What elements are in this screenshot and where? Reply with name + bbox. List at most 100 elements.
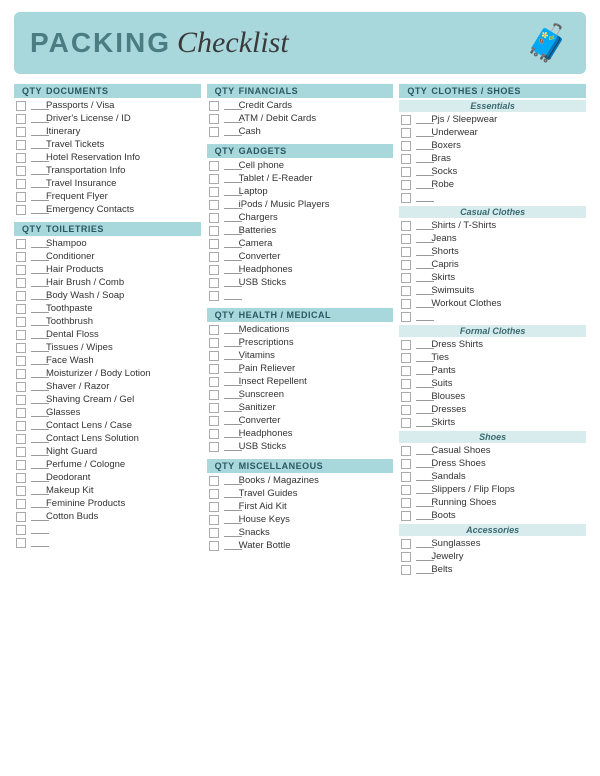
checkbox[interactable] <box>16 538 26 548</box>
checkbox[interactable] <box>16 291 26 301</box>
checkbox[interactable] <box>16 140 26 150</box>
checkbox[interactable] <box>209 429 219 439</box>
checkbox[interactable] <box>16 153 26 163</box>
checkbox[interactable] <box>401 247 411 257</box>
checkbox[interactable] <box>16 447 26 457</box>
checkbox[interactable] <box>16 166 26 176</box>
checkbox[interactable] <box>209 416 219 426</box>
checkbox[interactable] <box>209 476 219 486</box>
checkbox[interactable] <box>16 343 26 353</box>
checkbox[interactable] <box>16 265 26 275</box>
checkbox[interactable] <box>209 278 219 288</box>
list-item: USB Sticks <box>207 440 394 453</box>
checkbox[interactable] <box>209 515 219 525</box>
checkbox[interactable] <box>401 312 411 322</box>
checkbox[interactable] <box>209 127 219 137</box>
checkbox[interactable] <box>16 525 26 535</box>
checkbox[interactable] <box>16 460 26 470</box>
checkbox[interactable] <box>16 382 26 392</box>
checkbox[interactable] <box>209 489 219 499</box>
checkbox[interactable] <box>401 539 411 549</box>
checkbox[interactable] <box>401 128 411 138</box>
checkbox[interactable] <box>401 273 411 283</box>
checkbox[interactable] <box>16 252 26 262</box>
checkbox[interactable] <box>16 317 26 327</box>
checkbox[interactable] <box>209 213 219 223</box>
header-checklist-text: Checklist <box>177 26 289 60</box>
checkbox[interactable] <box>209 174 219 184</box>
checkbox[interactable] <box>401 193 411 203</box>
checkbox[interactable] <box>16 101 26 111</box>
checkbox[interactable] <box>209 351 219 361</box>
checkbox[interactable] <box>16 179 26 189</box>
checkbox[interactable] <box>16 114 26 124</box>
checkbox[interactable] <box>209 187 219 197</box>
checkbox[interactable] <box>209 442 219 452</box>
checkbox[interactable] <box>401 565 411 575</box>
checkbox[interactable] <box>401 299 411 309</box>
checkbox[interactable] <box>16 356 26 366</box>
checkbox[interactable] <box>16 192 26 202</box>
checkbox[interactable] <box>401 552 411 562</box>
checkbox[interactable] <box>401 405 411 415</box>
checkbox[interactable] <box>401 115 411 125</box>
checkbox[interactable] <box>401 511 411 521</box>
checkbox[interactable] <box>401 418 411 428</box>
checkbox[interactable] <box>209 291 219 301</box>
checkbox[interactable] <box>401 498 411 508</box>
checkbox[interactable] <box>16 408 26 418</box>
checkbox[interactable] <box>209 403 219 413</box>
checkbox[interactable] <box>16 304 26 314</box>
checkbox[interactable] <box>16 205 26 215</box>
checkbox[interactable] <box>209 114 219 124</box>
checkbox[interactable] <box>209 338 219 348</box>
checkbox[interactable] <box>209 161 219 171</box>
checkbox[interactable] <box>209 101 219 111</box>
checkbox[interactable] <box>401 459 411 469</box>
checkbox[interactable] <box>16 239 26 249</box>
checkbox[interactable] <box>401 379 411 389</box>
checkbox[interactable] <box>401 154 411 164</box>
checkbox[interactable] <box>16 434 26 444</box>
checkbox[interactable] <box>401 485 411 495</box>
checkbox[interactable] <box>16 512 26 522</box>
checkbox[interactable] <box>16 369 26 379</box>
checkbox[interactable] <box>401 260 411 270</box>
gadgets-header: QTY GADGETS <box>207 144 394 158</box>
checkbox[interactable] <box>209 377 219 387</box>
checkbox[interactable] <box>16 395 26 405</box>
checkbox[interactable] <box>401 221 411 231</box>
checkbox[interactable] <box>16 486 26 496</box>
checkbox[interactable] <box>401 234 411 244</box>
list-item: ATM / Debit Cards <box>207 112 394 125</box>
checkbox[interactable] <box>209 528 219 538</box>
checkbox[interactable] <box>401 366 411 376</box>
checkbox[interactable] <box>209 390 219 400</box>
checkbox[interactable] <box>209 502 219 512</box>
checkbox[interactable] <box>16 278 26 288</box>
checkbox[interactable] <box>16 473 26 483</box>
checkbox[interactable] <box>209 541 219 551</box>
checkbox[interactable] <box>401 446 411 456</box>
checkbox[interactable] <box>209 325 219 335</box>
checkbox[interactable] <box>401 392 411 402</box>
checkbox[interactable] <box>401 340 411 350</box>
checkbox[interactable] <box>401 472 411 482</box>
page: PACKING Checklist 🧳 QTY DOCUMENTS Passpo… <box>0 0 600 594</box>
checkbox[interactable] <box>16 127 26 137</box>
checkbox[interactable] <box>401 180 411 190</box>
checkbox[interactable] <box>209 226 219 236</box>
checkbox[interactable] <box>209 364 219 374</box>
checkbox[interactable] <box>209 252 219 262</box>
checkbox[interactable] <box>209 265 219 275</box>
checkbox[interactable] <box>209 200 219 210</box>
checkbox[interactable] <box>401 353 411 363</box>
checkbox[interactable] <box>401 286 411 296</box>
checkbox[interactable] <box>401 167 411 177</box>
checkbox[interactable] <box>16 421 26 431</box>
list-item: Running Shoes <box>399 496 586 509</box>
checkbox[interactable] <box>16 499 26 509</box>
checkbox[interactable] <box>209 239 219 249</box>
checkbox[interactable] <box>401 141 411 151</box>
checkbox[interactable] <box>16 330 26 340</box>
